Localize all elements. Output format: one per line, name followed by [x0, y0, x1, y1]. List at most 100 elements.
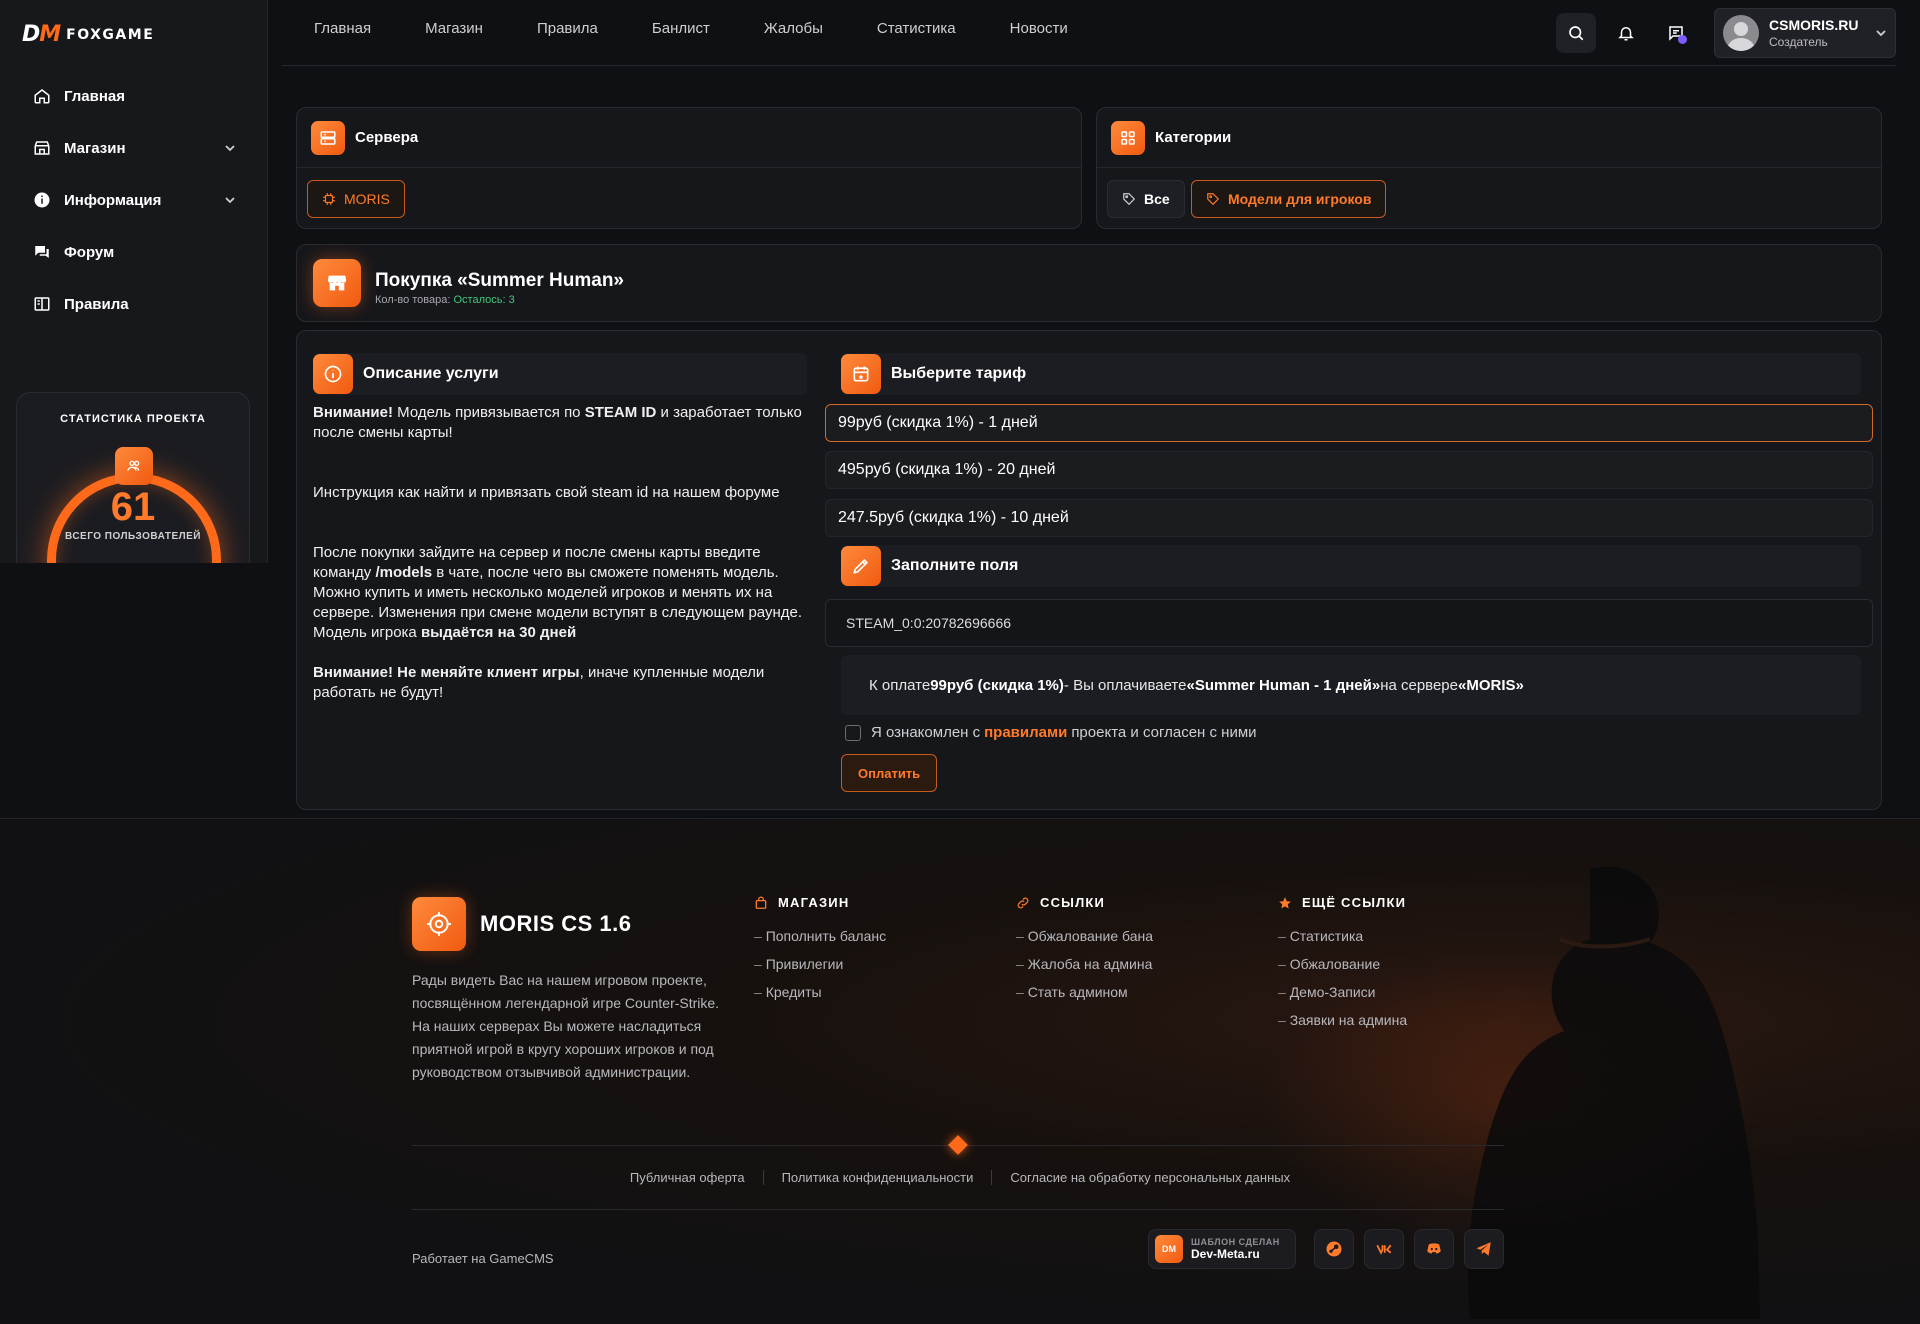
vk-icon [1376, 1244, 1392, 1255]
sidebar-item-rules[interactable]: Правила [0, 278, 267, 330]
tariff-title: Выберите тариф [891, 365, 1027, 382]
categories-title: Категории [1155, 129, 1232, 146]
telegram-icon [1476, 1242, 1491, 1256]
powered-by: Работает на GameCMS [412, 1251, 554, 1266]
footer-col-store: МАГАЗИН Пополнить баланс Привилегии Кред… [754, 895, 886, 1012]
link-icon [1016, 896, 1030, 910]
sidebar-item-store[interactable]: Магазин [0, 122, 267, 174]
footer-link[interactable]: Стать админом [1016, 984, 1153, 1000]
topnav-complaints[interactable]: Жалобы [764, 20, 823, 37]
category-chip-all[interactable]: Все [1107, 180, 1185, 218]
legal-link-privacy[interactable]: Политика конфиденциальности [762, 1170, 992, 1185]
topnav-store[interactable]: Магазин [425, 20, 483, 37]
topnav-rules[interactable]: Правила [537, 20, 598, 37]
book-icon [32, 294, 52, 314]
topnav-news[interactable]: Новости [1010, 20, 1068, 37]
target-icon [412, 897, 466, 951]
sidebar-item-forum[interactable]: Форум [0, 226, 267, 278]
sidebar-item-home[interactable]: Главная [0, 70, 267, 122]
topnav-home[interactable]: Главная [314, 20, 371, 37]
messages-button[interactable] [1656, 13, 1696, 53]
sidebar-item-label: Магазин [64, 139, 126, 157]
footer-link[interactable]: Пополнить баланс [754, 928, 886, 944]
search-icon [1569, 26, 1584, 41]
vk-button[interactable] [1364, 1229, 1404, 1269]
steam-id-input[interactable] [825, 599, 1873, 647]
agree-checkbox[interactable] [845, 724, 861, 741]
top-actions: CSMORIS.RU Создатель [1556, 8, 1896, 58]
footer-link[interactable]: Заявки на админа [1278, 1012, 1407, 1028]
legal-link-consent[interactable]: Согласие на обработку персональных данны… [991, 1170, 1308, 1185]
category-chip-player-models[interactable]: Модели для игроков [1191, 180, 1387, 218]
topnav-stats[interactable]: Статистика [877, 20, 956, 37]
footer: MORIS CS 1.6 Рады видеть Вас на нашем иг… [0, 818, 1920, 1324]
telegram-button[interactable] [1464, 1229, 1504, 1269]
chat-icon [32, 242, 52, 262]
discord-button[interactable] [1414, 1229, 1454, 1269]
tag-icon [1206, 192, 1220, 206]
avatar [1723, 15, 1759, 51]
chevron-down-icon [225, 197, 235, 204]
user-name: CSMORIS.RU [1769, 17, 1859, 33]
purchase-title: Покупка «Summer Human» [375, 270, 625, 291]
unread-dot [1678, 35, 1687, 44]
footer-link[interactable]: Кредиты [754, 984, 886, 1000]
notifications-button[interactable] [1606, 13, 1646, 53]
topnav-banlist[interactable]: Банлист [652, 20, 710, 37]
footer-col-more-links: ЕЩЁ ССЫЛКИ Статистика Обжалование Демо-З… [1278, 895, 1407, 1040]
info-icon [32, 190, 52, 210]
stats-title: СТАТИСТИКА ПРОЕКТА [60, 413, 206, 425]
footer-divider [412, 1209, 1504, 1210]
users-label: ВСЕГО ПОЛЬЗОВАТЕЛЕЙ [64, 531, 201, 542]
discord-icon [1427, 1243, 1441, 1254]
bag-icon [754, 896, 768, 910]
legal-link-offer[interactable]: Публичная оферта [612, 1170, 763, 1185]
store-icon [32, 138, 52, 158]
footer-brand: MORIS CS 1.6 [412, 897, 631, 951]
bell-icon [1618, 27, 1634, 41]
steam-button[interactable] [1314, 1229, 1354, 1269]
logo-mark: DM [22, 22, 61, 47]
legal-links: Публичная оферта Политика конфиденциальн… [0, 1170, 1920, 1185]
user-menu[interactable]: CSMORIS.RU Создатель [1714, 8, 1896, 58]
top-nav: Главная Магазин Правила Банлист Жалобы С… [282, 0, 1095, 56]
search-button[interactable] [1556, 13, 1596, 53]
tariff-option-2[interactable]: 495руб (скидка 1%) - 20 дней [825, 451, 1873, 489]
purchase-form-card: Описание услуги Внимание! Модель привязы… [296, 330, 1882, 810]
dev-meta-badge[interactable]: DM ШАБЛОН СДЕЛАН Dev-Meta.ru [1148, 1229, 1296, 1269]
chevron-down-icon [1876, 30, 1886, 37]
agree-text: Я ознакомлен с [871, 724, 981, 741]
rules-link[interactable]: правилами [984, 724, 1067, 741]
pay-button[interactable]: Оплатить [841, 754, 938, 792]
tariff-option-1[interactable]: 99руб (скидка 1%) - 1 дней [825, 404, 1873, 442]
footer-link[interactable]: Демо-Записи [1278, 984, 1407, 1000]
pencil-icon [841, 546, 881, 586]
tariff-header: Выберите тариф [841, 353, 1861, 395]
categories-card: Категории Все Модели для игроков [1096, 107, 1882, 229]
sidebar-item-info[interactable]: Информация [0, 174, 267, 226]
tag-icon [1122, 192, 1136, 206]
footer-link[interactable]: Жалоба на админа [1016, 956, 1153, 972]
desc-paragraph-3: После покупки зайдите на сервер и после … [313, 544, 803, 621]
diamond-ornament [948, 1135, 968, 1155]
users-count: 61 [110, 485, 156, 529]
users-icon [115, 447, 153, 485]
purchase-header: Покупка «Summer Human» Кол-во товара: Ос… [296, 244, 1882, 322]
dev-meta-logo: DM [1155, 1235, 1183, 1263]
footer-about: Рады видеть Вас на нашем игровом проекте… [412, 972, 720, 1080]
sidebar-item-label: Главная [64, 87, 126, 105]
home-icon [32, 86, 52, 106]
footer-link[interactable]: Статистика [1278, 928, 1407, 944]
footer-link[interactable]: Привилегии [754, 956, 886, 972]
description-text: Внимание! Модель привязывается по STEAM … [313, 403, 813, 703]
grid-icon [1111, 120, 1145, 155]
purchase-quantity: Кол-во товара: Осталось: 3 [375, 294, 515, 306]
info-circle-icon [313, 354, 353, 394]
footer-link[interactable]: Обжалование бана [1016, 928, 1153, 944]
logo[interactable]: DM FOXGAME [22, 22, 154, 47]
footer-link[interactable]: Обжалование [1278, 956, 1407, 972]
server-chip-moris[interactable]: MORIS [307, 180, 405, 218]
tariff-option-3[interactable]: 247.5руб (скидка 1%) - 10 дней [825, 499, 1873, 537]
sidebar: DM FOXGAME Главная Магазин Информация Фо… [0, 0, 268, 563]
chevron-down-icon [225, 145, 235, 152]
